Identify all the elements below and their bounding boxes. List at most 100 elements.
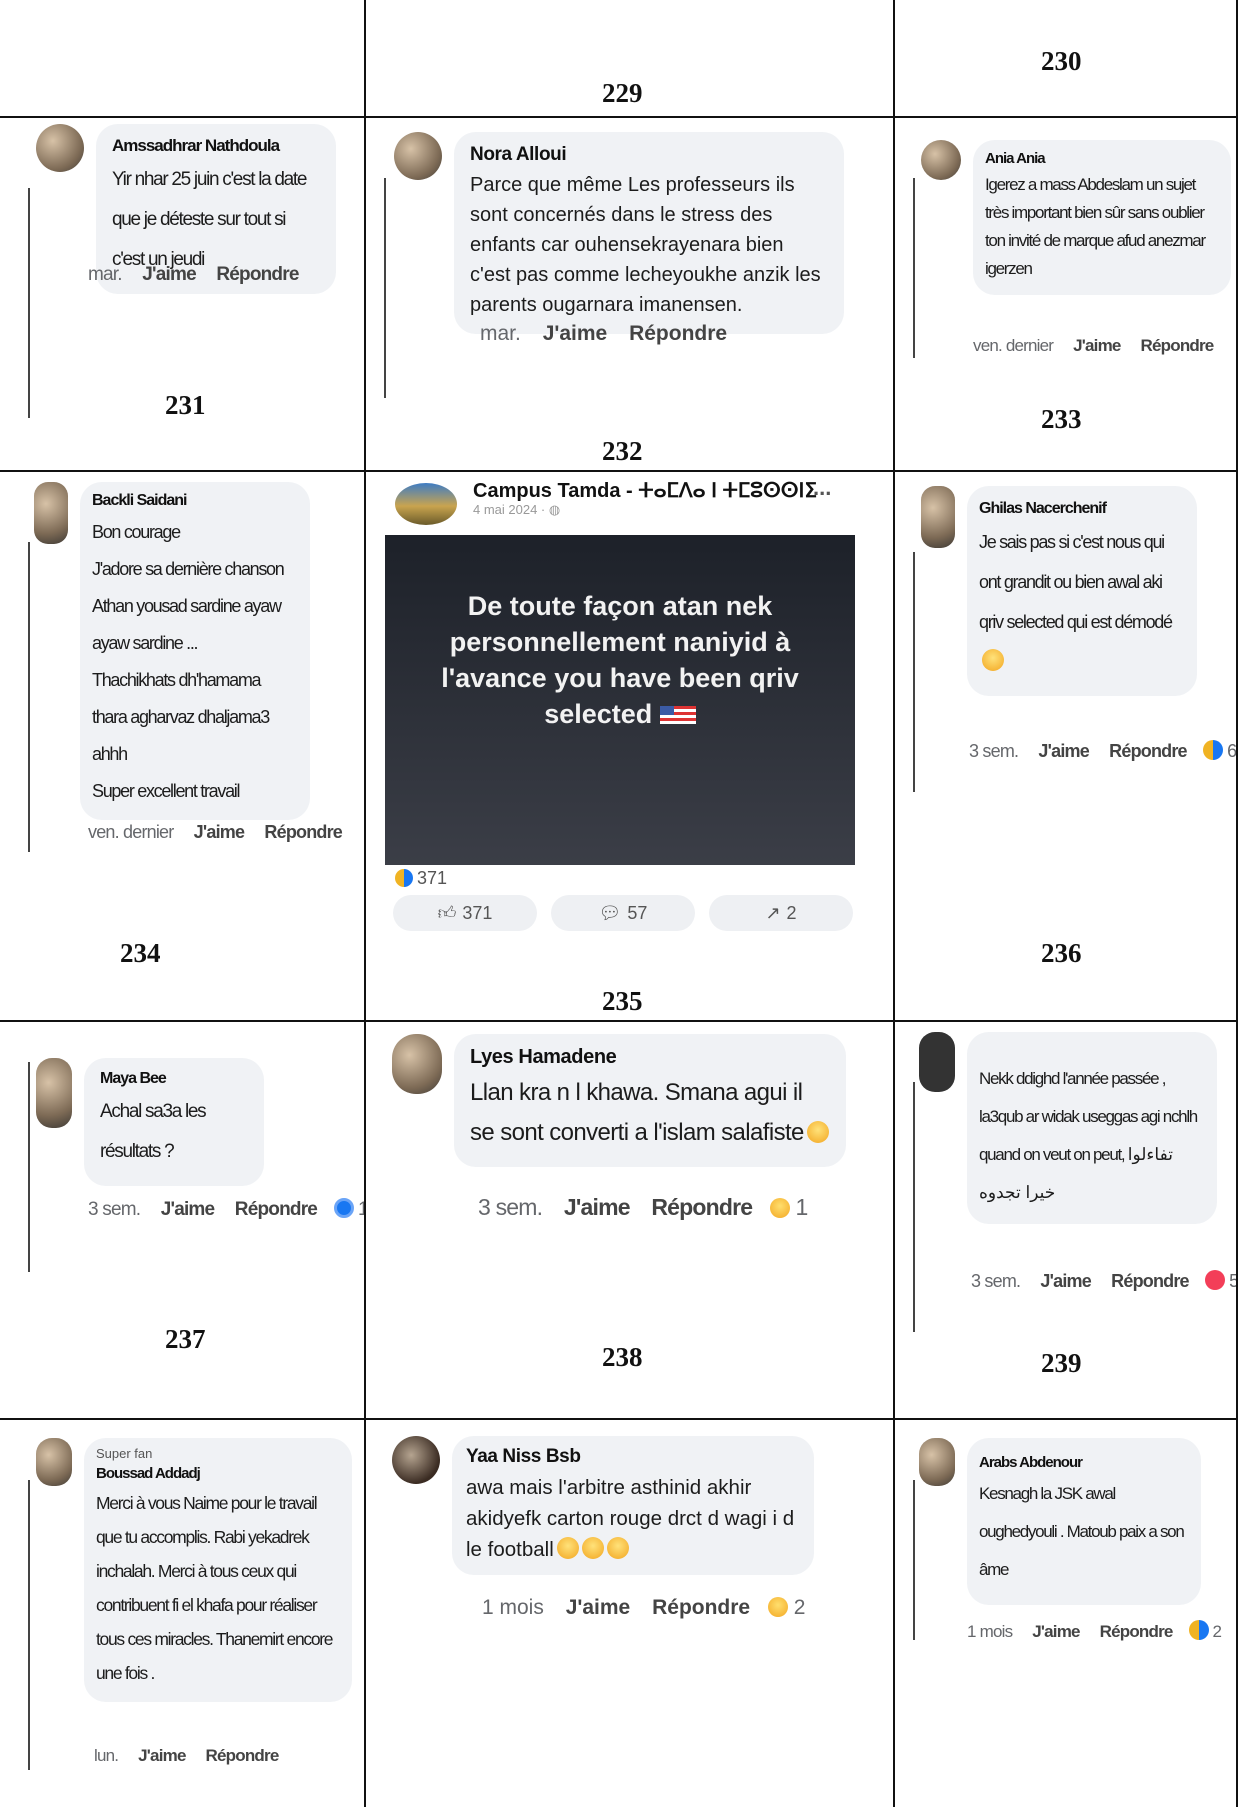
reply-button[interactable]: Répondre: [629, 322, 727, 345]
reaction-count[interactable]: 1: [358, 1199, 364, 1220]
comment-text: Parce que même Les professeurs ils sont …: [470, 174, 821, 316]
post-date[interactable]: 4 mai 2024 · ◍: [473, 502, 560, 518]
comment: Nora Alloui Parce que même Les professeu…: [394, 132, 884, 334]
comment-line: Athan yousad sardine ayaw ayaw sardine .…: [92, 596, 282, 653]
page-name[interactable]: Campus Tamda - ⵜⴰⵎⴷⴰ ⵏ ⵜⵎⵓⵙⵙⵏⵉ: [473, 478, 817, 503]
reply-button[interactable]: Répondre: [1109, 741, 1187, 761]
comment-time[interactable]: mar.: [88, 264, 123, 285]
cell-number: 236: [1041, 938, 1082, 968]
comment-time[interactable]: 1 mois: [482, 1596, 544, 1619]
comment-time[interactable]: ven. dernier: [88, 822, 174, 842]
avatar[interactable]: [921, 140, 961, 180]
share-count: 2: [786, 902, 797, 923]
like-button[interactable]: J'aime: [564, 1194, 631, 1220]
comment: Super fan Boussad Addadj Merci à vous Na…: [36, 1438, 356, 1702]
comment-time[interactable]: 3 sem.: [969, 741, 1019, 761]
reaction-icon: [1204, 1270, 1225, 1290]
emoji-icon: [581, 1537, 604, 1559]
share-button[interactable]: ↗ 2: [709, 895, 853, 931]
reaction-count[interactable]: 2: [1212, 1622, 1221, 1641]
avatar[interactable]: [919, 1032, 955, 1092]
like-button[interactable]: J'aime: [161, 1199, 215, 1220]
comment-author[interactable]: Nora Alloui: [470, 144, 828, 166]
reaction-summary[interactable]: 371: [395, 868, 447, 889]
post-image-text: De toute façon atan nek personnellement …: [405, 588, 835, 732]
cell-number: 232: [602, 436, 643, 466]
like-button[interactable]: J'aime: [566, 1596, 631, 1619]
comment-time[interactable]: 3 sem.: [88, 1199, 141, 1220]
like-button[interactable]: J'aime: [543, 322, 608, 345]
comment-author[interactable]: Maya Bee: [100, 1070, 248, 1088]
comment: Ghilas Nacerchenif Je sais pas si c'est …: [921, 486, 1231, 696]
cell-number: 238: [602, 1342, 643, 1372]
comment-author[interactable]: Ghilas Nacerchenif: [979, 500, 1185, 518]
comment-author[interactable]: Backli Saidani: [92, 492, 298, 510]
table-cell: Ghilas Nacerchenif Je sais pas si c'est …: [895, 472, 1238, 1022]
comment-actions: ven. dernier J'aime Répondre: [973, 336, 1215, 356]
reply-button[interactable]: Répondre: [1100, 1622, 1174, 1641]
comment-bubble: Maya Bee Achal sa3a les résultats ?: [84, 1058, 264, 1186]
avatar[interactable]: [36, 1058, 72, 1128]
table-cell: Maya Bee Achal sa3a les résultats ? 3 se…: [0, 1022, 366, 1420]
like-button[interactable]: 👍︎ 371: [393, 895, 537, 931]
like-button[interactable]: J'aime: [142, 264, 196, 285]
comment-author[interactable]: Yaa Niss Bsb: [466, 1446, 800, 1468]
comment-actions: 3 sem. J'aime Répondre 6: [969, 740, 1236, 762]
comment-bubble: Nekk ddighd l'année passée , la3qub ar w…: [967, 1032, 1217, 1224]
cell-number: 229: [602, 78, 643, 108]
like-button[interactable]: J'aime: [1040, 1271, 1091, 1291]
avatar[interactable]: [394, 132, 442, 180]
comment-line: Bon courage: [92, 522, 181, 542]
comment-time[interactable]: 3 sem.: [478, 1194, 543, 1220]
comment-time[interactable]: 3 sem.: [971, 1271, 1021, 1291]
avatar[interactable]: [34, 482, 68, 544]
comment-bubble: Ania Ania Igerez a mass Abdeslam un suje…: [973, 140, 1231, 295]
reply-button[interactable]: Répondre: [651, 1194, 753, 1220]
avatar[interactable]: [392, 1034, 442, 1094]
comment-time[interactable]: lun.: [94, 1746, 119, 1765]
reply-button[interactable]: Répondre: [206, 1746, 280, 1765]
reaction-count[interactable]: 5: [1229, 1271, 1236, 1291]
like-button[interactable]: J'aime: [194, 822, 245, 842]
comment-actions: mar. J'aime Répondre: [480, 322, 727, 346]
reaction-icon: [333, 1198, 354, 1218]
comment-author[interactable]: Ania Ania: [985, 150, 1219, 167]
comment-time[interactable]: 1 mois: [967, 1622, 1013, 1641]
avatar[interactable]: [36, 124, 84, 172]
like-button[interactable]: J'aime: [1038, 741, 1089, 761]
reaction-count[interactable]: 2: [794, 1596, 806, 1619]
reaction-icon: [769, 1198, 790, 1218]
reaction-icon: [395, 869, 413, 887]
comment-button[interactable]: 💬︎ 57: [551, 895, 695, 931]
more-icon[interactable]: ...: [813, 475, 831, 501]
reaction-count[interactable]: 1: [795, 1194, 808, 1220]
comment-author[interactable]: Amssadhrar Nathdoula: [112, 136, 320, 156]
reply-button[interactable]: Répondre: [216, 264, 299, 285]
avatar[interactable]: [392, 1436, 440, 1484]
comment-author[interactable]: Arabs Abdenour: [979, 1454, 1189, 1471]
comment-actions: mar. J'aime Répondre: [88, 264, 299, 286]
table-cell: Ania Ania Igerez a mass Abdeslam un suje…: [895, 118, 1238, 472]
reply-button[interactable]: Répondre: [235, 1199, 318, 1220]
comment-author[interactable]: Lyes Hamadene: [470, 1046, 830, 1069]
reply-button[interactable]: Répondre: [1111, 1271, 1189, 1291]
table-cell: Super fan Boussad Addadj Merci à vous Na…: [0, 1420, 366, 1807]
avatar[interactable]: [919, 1438, 955, 1486]
like-button[interactable]: J'aime: [1073, 336, 1121, 355]
cell-number: 237: [165, 1324, 206, 1354]
like-button[interactable]: J'aime: [1032, 1622, 1080, 1641]
reaction-count[interactable]: 6: [1227, 741, 1236, 761]
comment-line: Super excellent travail: [92, 781, 241, 801]
comment-actions: 1 mois J'aime Répondre 2: [967, 1620, 1222, 1642]
avatar[interactable]: [921, 486, 955, 548]
comment-time[interactable]: ven. dernier: [973, 336, 1054, 355]
comment-time[interactable]: mar.: [480, 322, 521, 345]
like-button[interactable]: J'aime: [138, 1746, 186, 1765]
reply-button[interactable]: Répondre: [1141, 336, 1215, 355]
avatar[interactable]: [36, 1438, 72, 1486]
reply-button[interactable]: Répondre: [264, 822, 342, 842]
comment-author[interactable]: Boussad Addadj: [96, 1465, 340, 1482]
post-image[interactable]: De toute façon atan nek personnellement …: [385, 535, 855, 865]
reply-button[interactable]: Répondre: [652, 1596, 750, 1619]
page-avatar[interactable]: [395, 483, 457, 525]
